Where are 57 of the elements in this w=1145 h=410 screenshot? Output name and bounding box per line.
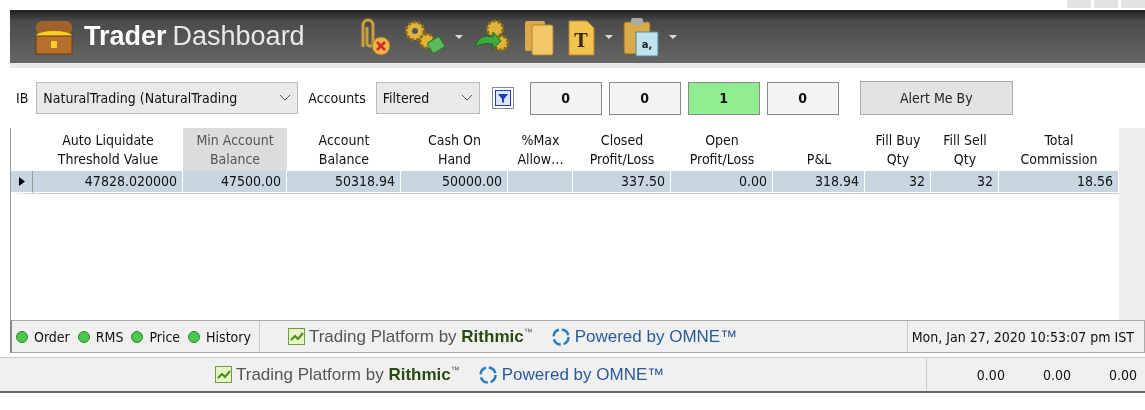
counter-box: 0 [608, 81, 681, 115]
platform-credit: Trading Platform by Rithmic$^{™}$ [308, 326, 533, 347]
row-pointer-icon [18, 177, 25, 186]
table-cell: 32 [908, 173, 925, 189]
total-value: 0.00 [1042, 366, 1071, 383]
table-cell: 50318.94 [334, 173, 395, 189]
chart-check-icon [287, 328, 305, 345]
table-cell: 47500.00 [220, 173, 281, 189]
table-cell: 337.50 [620, 173, 665, 189]
total-value: 0.00 [976, 366, 1005, 383]
column-header[interactable]: Fill Sell Qty [931, 128, 999, 171]
column-header[interactable]: Fill Buy Qty [865, 128, 931, 171]
table-cell: 32 [976, 173, 993, 189]
chart-check-icon [215, 366, 232, 383]
column-header[interactable]: Min Account Balance [183, 128, 287, 171]
ib-label: IB [16, 90, 29, 106]
table-cell: 18.56 [1076, 173, 1113, 189]
column-header[interactable]: %Max Allow… [508, 128, 573, 171]
column-header[interactable]: Open Profit/Loss [671, 128, 773, 171]
dropdown-arrow-icon[interactable] [604, 34, 613, 39]
chevron-down-icon [279, 94, 292, 102]
table-cell: 0.00 [738, 173, 767, 189]
accounts-label: Accounts [308, 90, 366, 106]
ring-logo-icon [477, 364, 498, 385]
table-row[interactable]: 47828.020000 47500.00 50318.94 50000.00 337.50 0.00 318.94 32 32 18.56 [11, 171, 1145, 193]
table-cell: 318.94 [814, 173, 859, 189]
dropdown-arrow-icon[interactable] [668, 34, 677, 39]
filter-icon [494, 90, 511, 106]
column-header[interactable]: Auto Liquidate Threshold Value [33, 128, 183, 171]
ring-logo-icon [550, 326, 571, 347]
column-header[interactable]: P&L [773, 128, 865, 171]
table-cell: 47828.020000 [84, 173, 177, 189]
accounts-dropdown[interactable]: Filtered [375, 82, 480, 114]
status-label: Price [149, 328, 181, 345]
column-header[interactable]: Closed Profit/Loss [573, 128, 671, 171]
powered-by-credit: Powered by OMNE™ [574, 326, 738, 347]
app-subtitle: Dashboard [172, 21, 305, 51]
column-header[interactable]: Total Commission [999, 128, 1119, 171]
app-title: Trader [84, 21, 167, 51]
status-label: RMS [95, 328, 124, 345]
counter-box: 0 [529, 81, 602, 115]
counter-box: 1 [687, 81, 760, 115]
date-time: Mon, Jan 27, 2020 10:53:07 pm IST [906, 321, 1144, 352]
column-header[interactable]: Cash On Hand [401, 128, 508, 171]
dropdown-arrow-icon[interactable] [454, 34, 463, 39]
counter-box: 0 [766, 81, 839, 115]
column-header[interactable]: Account Balance [287, 128, 401, 171]
status-label: History [206, 328, 251, 345]
total-value: 0.00 [1108, 366, 1137, 383]
powered-by-credit: Powered by OMNE™ [501, 364, 665, 385]
platform-credit: Trading Platform by Rithmic$^{™}$ [236, 364, 460, 385]
status-label: Order [34, 328, 70, 345]
table-cell: 50000.00 [441, 173, 502, 189]
ib-dropdown[interactable]: NaturalTrading (NaturalTrading [36, 82, 299, 114]
alert-me-by-button[interactable]: Alert Me By [859, 81, 1013, 115]
chevron-down-icon [460, 94, 473, 102]
filter-button[interactable] [491, 87, 514, 109]
